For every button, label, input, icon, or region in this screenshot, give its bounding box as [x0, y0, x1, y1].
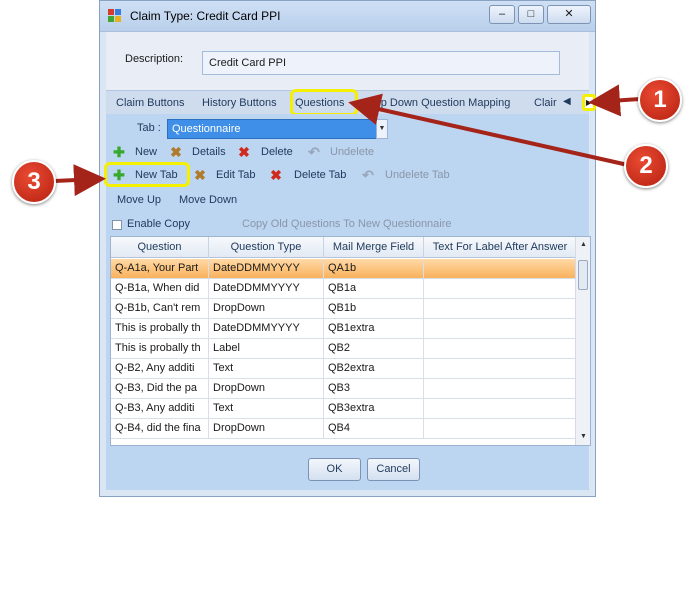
- arrow-2: [348, 93, 629, 167]
- callout-1: 1: [638, 78, 682, 122]
- callout-2: 2: [624, 144, 668, 188]
- arrow-3: [53, 164, 106, 197]
- callout-3: 3: [12, 160, 56, 204]
- arrow-1: [588, 84, 641, 117]
- annotation-arrows: [53, 84, 641, 197]
